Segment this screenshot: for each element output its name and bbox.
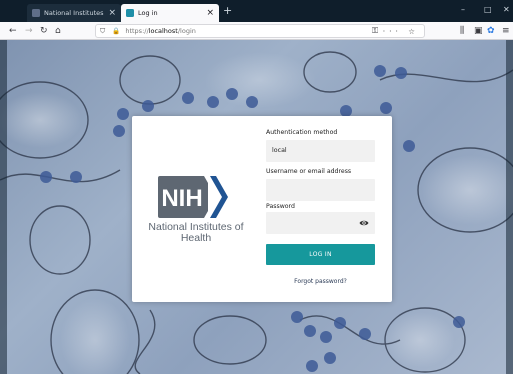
page-actions-icon[interactable]: ··· ☆ [383,27,419,36]
eye-icon[interactable] [359,218,369,228]
nih-logo-mark-text: NIH [161,185,202,212]
page-viewport: NIH National Institutes of Health Authen… [0,40,513,374]
close-icon[interactable]: × [108,8,116,18]
nih-logo-mark: NIH [158,176,228,218]
back-icon[interactable]: ← [9,24,17,38]
url-text: https://localhost/login [125,27,196,35]
minimize-icon[interactable]: – [461,6,465,14]
password-input[interactable] [266,212,375,234]
new-tab-icon[interactable]: + [223,5,232,16]
home-icon[interactable]: ⌂ [55,24,61,38]
username-input[interactable] [266,179,375,201]
login-card: NIH National Institutes of Health Authen… [132,116,392,302]
extension-icon[interactable]: ✿ [487,24,495,38]
maximize-icon[interactable]: □ [484,6,492,14]
login-button[interactable]: LOG IN [266,244,375,265]
forward-icon[interactable]: → [25,24,33,38]
close-icon[interactable]: × [206,8,214,18]
tab-label: Log in [138,9,158,17]
login-favicon-icon [126,9,134,17]
nih-favicon-icon [32,9,40,17]
tab-label: National Institutes of Health (NI [44,9,105,17]
browser-titlebar: National Institutes of Health (NI × Log … [0,0,513,22]
forgot-password-link[interactable]: Forgot password? [266,278,375,285]
username-label: Username or email address [266,168,352,175]
sidebar-icon[interactable]: ▣ [474,24,483,38]
shield-icon[interactable]: ⛉ [100,27,105,36]
library-icon[interactable]: ⫼ [460,24,464,38]
auth-method-select[interactable]: local [266,140,375,162]
auth-method-label: Authentication method [266,129,338,136]
auth-method-value: local [272,147,287,154]
lock-icon[interactable]: 🔒 [112,27,120,35]
menu-icon[interactable]: ≡ [502,24,510,38]
password-label: Password [266,203,295,210]
reload-icon[interactable]: ↻ [40,24,48,38]
key-icon[interactable]: ⚿ [372,24,378,38]
close-window-icon[interactable]: ✕ [503,6,510,14]
tab-login[interactable]: Log in × [121,4,219,22]
browser-toolbar: ← → ↻ ⌂ ⛉ 🔒 https://localhost/login ··· … [0,22,513,40]
tab-nih[interactable]: National Institutes of Health (NI × [27,4,121,22]
nih-logo-name: National Institutes of Health [148,221,244,244]
